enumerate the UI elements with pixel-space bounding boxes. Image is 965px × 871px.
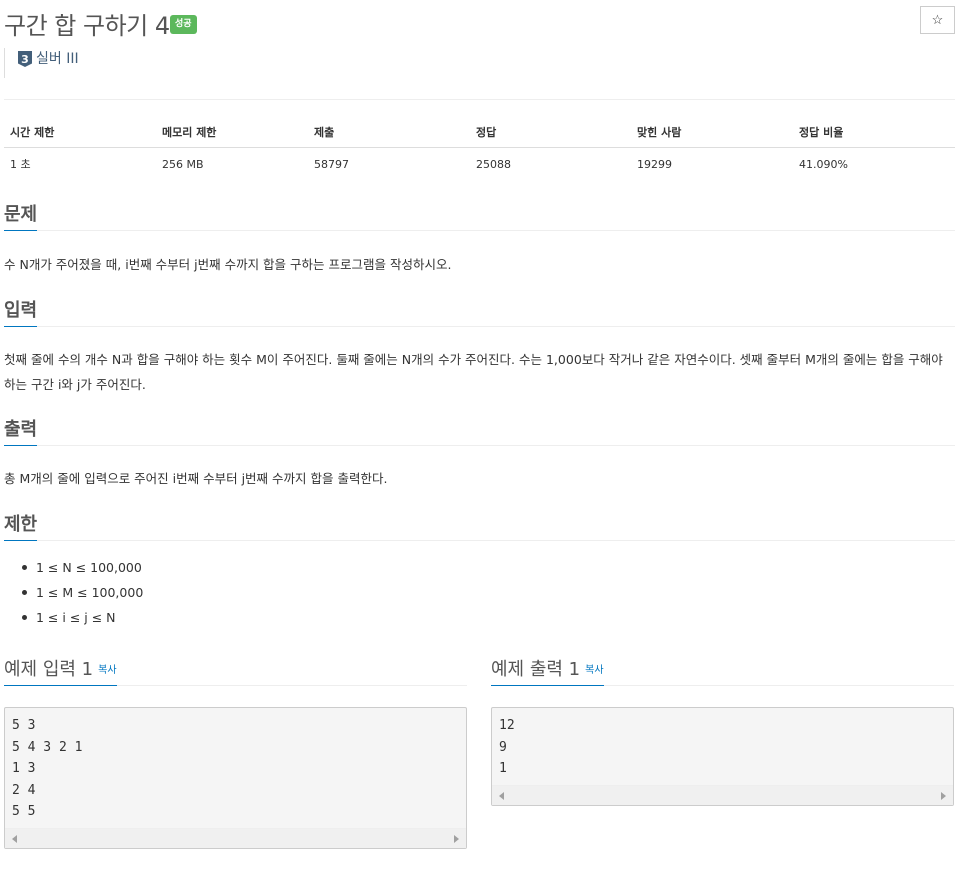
example-input-section: 예제 입력 1 복사 5 3 5 4 3 2 1 1 3 2 4 5 5: [4, 655, 467, 850]
list-item: 1 ≤ i ≤ j ≤ N: [4, 605, 955, 630]
description-text: 수 N개가 주어졌을 때, i번째 수부터 j번째 수까지 합을 구하는 프로그…: [4, 257, 452, 272]
limits-title: 제한: [4, 513, 38, 541]
output-section: 출력 총 M개의 줄에 입력으로 주어진 i번째 수부터 j번째 수까지 합을 …: [4, 415, 955, 491]
table-row: 1 초 256 MB 58797 25088 19299 41.090%: [4, 148, 955, 181]
header-ratio: 정답 비율: [793, 118, 955, 148]
problem-title: 구간 합 구하기 4: [4, 12, 170, 40]
scroll-right-icon[interactable]: [941, 791, 946, 800]
example-output-title: 예제 출력 1: [491, 659, 581, 680]
table-header-row: 시간 제한 메모리 제한 제출 정답 맞힌 사람 정답 비율: [4, 118, 955, 148]
time-limit-value: 1 초: [10, 158, 31, 171]
input-header: 입력: [4, 296, 955, 327]
description-header: 문제: [4, 200, 955, 231]
memory-limit-value: 256 MB: [162, 157, 204, 171]
example-input-box: 5 3 5 4 3 2 1 1 3 2 4 5 5: [4, 707, 467, 849]
submissions-value[interactable]: 58797: [308, 148, 470, 181]
header-divider: [4, 99, 955, 100]
output-text: 총 M개의 줄에 입력으로 주어진 i번째 수부터 j번째 수까지 합을 출력한…: [4, 471, 388, 486]
header-solvers: 맞힌 사람: [631, 118, 793, 148]
example-input-content: 5 3 5 4 3 2 1 1 3 2 4 5 5: [12, 718, 83, 819]
status-badge: 성공: [170, 15, 197, 34]
description-section: 문제 수 N개가 주어졌을 때, i번째 수부터 j번째 수까지 합을 구하는 …: [4, 200, 955, 277]
example-input-header: 예제 입력 1 복사: [4, 655, 467, 686]
output-header: 출력: [4, 415, 955, 446]
horizontal-scrollbar[interactable]: [492, 784, 953, 805]
scroll-right-icon[interactable]: [454, 834, 459, 843]
example-input-title-wrap: 예제 입력 1 복사: [4, 658, 117, 686]
example-input-title: 예제 입력 1: [4, 659, 94, 680]
limits-list: 1 ≤ N ≤ 100,000 1 ≤ M ≤ 100,000 1 ≤ i ≤ …: [4, 555, 955, 630]
list-item: 1 ≤ M ≤ 100,000: [4, 580, 955, 605]
description-title: 문제: [4, 203, 38, 231]
copy-input-button[interactable]: 복사: [98, 665, 116, 676]
header-memory-limit: 메모리 제한: [156, 118, 308, 148]
list-item: 1 ≤ N ≤ 100,000: [4, 555, 955, 580]
limits-section: 제한 1 ≤ N ≤ 100,000 1 ≤ M ≤ 100,000 1 ≤ i…: [4, 510, 955, 630]
problem-header: 구간 합 구하기 4 성공 ☆ 3 실버 III: [4, 6, 955, 96]
scroll-left-icon[interactable]: [499, 791, 504, 800]
output-title: 출력: [4, 418, 38, 446]
header-submissions: 제출: [308, 118, 470, 148]
copy-output-button[interactable]: 복사: [585, 665, 603, 676]
tier-label[interactable]: 실버 III: [36, 48, 79, 70]
star-icon[interactable]: ☆: [920, 6, 955, 34]
solvers-value[interactable]: 19299: [631, 148, 793, 181]
ratio-value: 41.090%: [799, 157, 848, 171]
tier-badge-icon: 3: [18, 51, 32, 67]
problem-info-table: 시간 제한 메모리 제한 제출 정답 맞힌 사람 정답 비율 1 초 256 M…: [4, 118, 955, 180]
example-output-title-wrap: 예제 출력 1 복사: [491, 658, 604, 686]
limits-header: 제한: [4, 510, 955, 541]
example-output-content: 12 9 1: [499, 718, 515, 776]
example-output-header: 예제 출력 1 복사: [491, 655, 954, 686]
accepted-value[interactable]: 25088: [470, 148, 631, 181]
tier-info: 3 실버 III: [4, 48, 79, 78]
input-text: 첫째 줄에 수의 개수 N과 합을 구해야 하는 횟수 M이 주어진다. 둘째 …: [4, 352, 943, 392]
input-title: 입력: [4, 299, 38, 327]
example-output-section: 예제 출력 1 복사 12 9 1: [491, 655, 954, 810]
horizontal-scrollbar[interactable]: [5, 827, 466, 848]
header-time-limit: 시간 제한: [4, 118, 156, 148]
header-accepted: 정답: [470, 118, 631, 148]
input-section: 입력 첫째 줄에 수의 개수 N과 합을 구해야 하는 횟수 M이 주어진다. …: [4, 296, 955, 397]
scroll-left-icon[interactable]: [12, 834, 17, 843]
example-output-box: 12 9 1: [491, 707, 954, 806]
